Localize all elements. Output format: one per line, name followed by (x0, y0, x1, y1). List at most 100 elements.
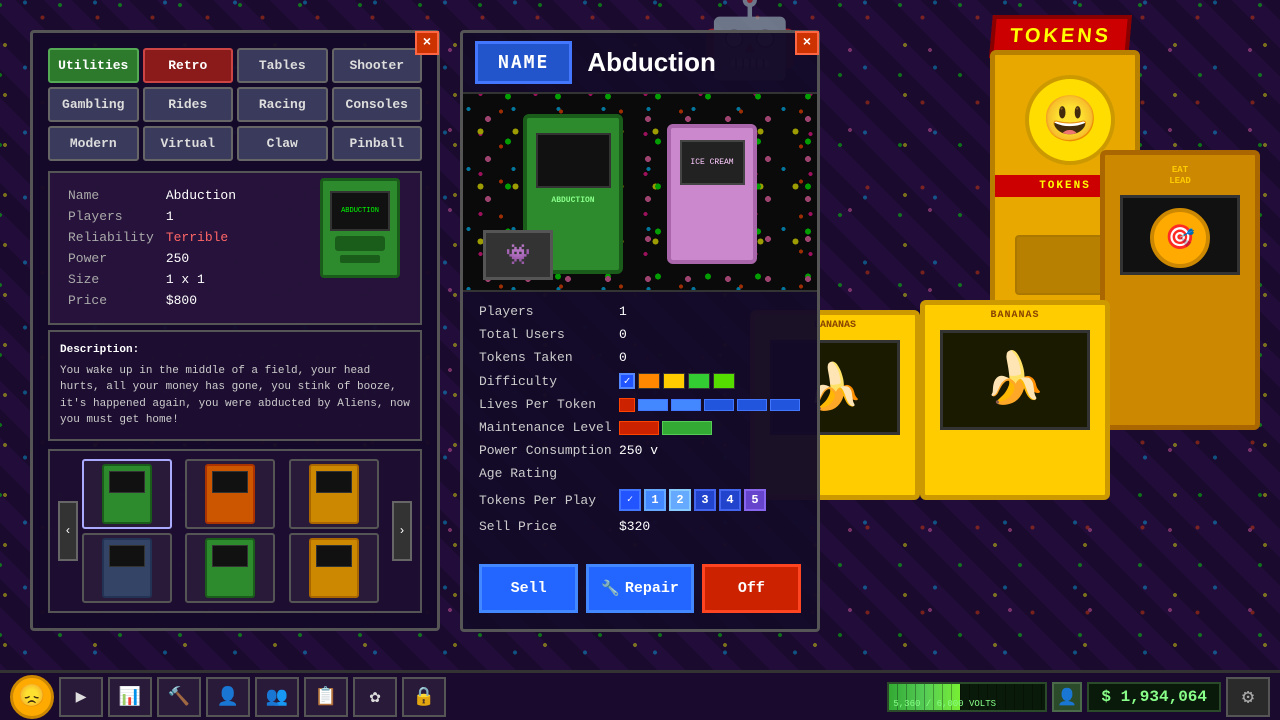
thumbs-grid (82, 459, 388, 603)
stat-tokens-taken: Tokens Taken 0 (479, 350, 801, 365)
description-text: You wake up in the middle of a field, yo… (60, 363, 410, 429)
cat-btn-pinball[interactable]: Pinball (332, 126, 423, 161)
stat-total-users-value: 0 (619, 327, 627, 342)
diff-block-3 (688, 373, 710, 389)
chart-button[interactable]: 📊 (108, 677, 152, 717)
cat-btn-consoles[interactable]: Consoles (332, 87, 423, 122)
cat-btn-rides[interactable]: Rides (143, 87, 234, 122)
tokens-per-play-bar: ✓ 1 2 3 4 5 (619, 489, 766, 511)
settings-button[interactable]: ⚙ (1226, 677, 1270, 717)
person-status-icon: 👤 (1052, 682, 1082, 712)
eat-lead-label: EATLEAD (1105, 165, 1255, 187)
sell-button[interactable]: Sell (479, 564, 578, 613)
diff-block-4 (713, 373, 735, 389)
machine-name-title: Abduction (587, 47, 716, 78)
smiley-button[interactable]: 😞 (10, 675, 54, 719)
tok-2[interactable]: 2 (669, 489, 691, 511)
description-title: Description: (60, 342, 410, 359)
money-display: $ 1,934,064 (1087, 682, 1221, 712)
cat-btn-claw[interactable]: Claw (237, 126, 328, 161)
stat-tokens-taken-label: Tokens Taken (479, 350, 619, 365)
stat-players-label: Players (479, 304, 619, 319)
background-machines: TOKENS 😃 TOKENS EATLEAD 🎯 BANANAS 🍌 BANA… (780, 0, 1280, 600)
stat-sell-price-value: $320 (619, 519, 650, 534)
clipboard-button[interactable]: 📋 (304, 677, 348, 717)
lives-checkbox (619, 398, 635, 412)
stat-players: Players 1 (479, 304, 801, 319)
diff-block-1 (638, 373, 660, 389)
cat-btn-tables[interactable]: Tables (237, 48, 328, 83)
thumb-item-1[interactable] (82, 459, 172, 529)
thumb-item-6[interactable] (289, 533, 379, 603)
stat-power-label: Power Consumption (479, 443, 619, 458)
lives-seg-2 (671, 399, 701, 411)
bananas-label-1: BANANAS (925, 310, 1105, 321)
left-panel-close[interactable]: × (415, 31, 439, 55)
detail-panel-close[interactable]: × (795, 31, 819, 55)
cat-btn-utilities[interactable]: Utilities (48, 48, 139, 83)
cat-btn-retro[interactable]: Retro (143, 48, 234, 83)
cat-btn-virtual[interactable]: Virtual (143, 126, 234, 161)
repair-button[interactable]: 🔧 Repair (586, 564, 694, 613)
size-label: Size (62, 269, 160, 290)
eat-lead-machine: EATLEAD 🎯 (1100, 150, 1260, 430)
thumb-next[interactable]: › (392, 501, 412, 561)
description-box: Description: You wake up in the middle o… (48, 330, 422, 441)
category-grid: Utilities Retro Tables Shooter Gambling … (48, 48, 422, 161)
tok-3[interactable]: 3 (694, 489, 716, 511)
thumb-prev[interactable]: ‹ (58, 501, 78, 561)
maintenance-bar (619, 421, 712, 435)
maint-green (662, 421, 712, 435)
flower-button[interactable]: ✿ (353, 677, 397, 717)
stat-power: Power Consumption 250 v (479, 443, 801, 458)
person-button-1[interactable]: 👤 (206, 677, 250, 717)
tok-1[interactable]: 1 (644, 489, 666, 511)
stat-tokens-taken-value: 0 (619, 350, 627, 365)
price-value: $800 (160, 290, 408, 311)
reliability-label: Reliability (62, 227, 160, 248)
stat-players-value: 1 (619, 304, 627, 319)
lives-seg-1 (638, 399, 668, 411)
stat-tokens-play-label: Tokens Per Play (479, 493, 619, 508)
cat-btn-racing[interactable]: Racing (237, 87, 328, 122)
left-panel: × Utilities Retro Tables Shooter Gamblin… (30, 30, 440, 631)
power-label: Power (62, 248, 160, 269)
cat-btn-gambling[interactable]: Gambling (48, 87, 139, 122)
thumb-item-5[interactable] (185, 533, 275, 603)
play-button[interactable]: ▶ (59, 677, 103, 717)
thumbnails-section: ‹ (48, 449, 422, 613)
stat-age-label: Age Rating (479, 466, 619, 481)
diff-block-2 (663, 373, 685, 389)
stat-maintenance-label: Maintenance Level (479, 420, 619, 435)
cat-btn-shooter[interactable]: Shooter (332, 48, 423, 83)
power-text: 5,360 / 6,000 VOLTS (893, 699, 996, 709)
tok-5[interactable]: 5 (744, 489, 766, 511)
thumb-item-2[interactable] (185, 459, 275, 529)
stat-tokens-per-play: Tokens Per Play ✓ 1 2 3 4 5 (479, 489, 801, 511)
stat-age-rating: Age Rating (479, 466, 801, 481)
thumb-item-4[interactable] (82, 533, 172, 603)
power-bar: 5,360 / 6,000 VOLTS (887, 682, 1047, 712)
build-button-1[interactable]: 🔨 (157, 677, 201, 717)
lives-seg-3 (704, 399, 734, 411)
tok-checkbox[interactable]: ✓ (619, 489, 641, 511)
thumb-item-3[interactable] (289, 459, 379, 529)
stat-difficulty: Difficulty ✓ (479, 373, 801, 389)
detail-panel: × NAME Abduction ABDUCTION ICE CREAM 👾 P… (460, 30, 820, 632)
action-buttons: Sell 🔧 Repair Off (463, 554, 817, 629)
wrench-icon: 🔧 (601, 579, 620, 598)
machine-info-box: ABDUCTION Name Abduction Players 1 Relia… (48, 171, 422, 325)
stat-maintenance: Maintenance Level (479, 420, 801, 435)
detail-header: NAME Abduction (463, 33, 817, 92)
off-button[interactable]: Off (702, 564, 801, 613)
person-button-2[interactable]: 👥 (255, 677, 299, 717)
lives-seg-5 (770, 399, 800, 411)
diff-checkbox: ✓ (619, 373, 635, 389)
tok-4[interactable]: 4 (719, 489, 741, 511)
stat-lives: Lives Per Token (479, 397, 801, 412)
stat-total-users: Total Users 0 (479, 327, 801, 342)
detail-extra-element: 👾 (483, 230, 553, 280)
lock-button[interactable]: 🔒 (402, 677, 446, 717)
cat-btn-modern[interactable]: Modern (48, 126, 139, 161)
stat-difficulty-label: Difficulty (479, 374, 619, 389)
